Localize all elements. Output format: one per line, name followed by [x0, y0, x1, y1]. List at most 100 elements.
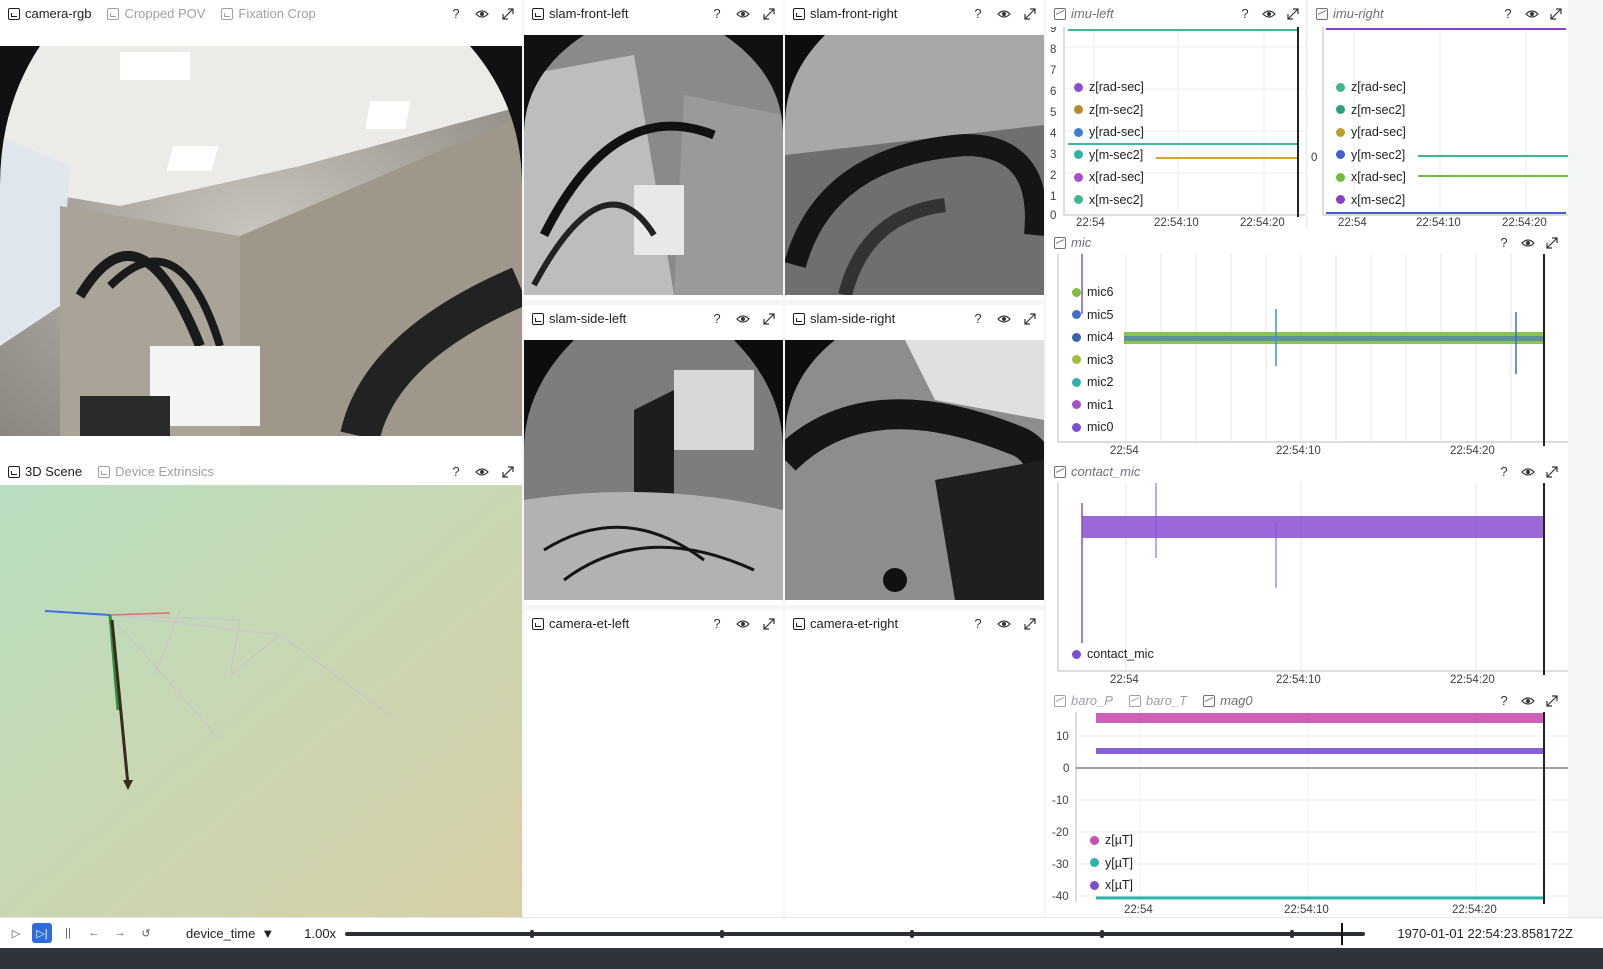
- eye-icon[interactable]: [735, 616, 751, 632]
- eye-icon[interactable]: [1520, 464, 1536, 480]
- legend-item[interactable]: y[rad-sec]: [1074, 121, 1144, 144]
- scene3d-viewport[interactable]: [0, 485, 522, 917]
- tab-3d-scene[interactable]: 3D Scene: [0, 458, 91, 485]
- legend-item[interactable]: z[rad-sec]: [1074, 76, 1144, 99]
- contact-mic-plot[interactable]: 22:54 22:54:10 22:54:20 contact_mic: [1046, 483, 1568, 687]
- legend-item[interactable]: x[m-sec2]: [1336, 189, 1406, 212]
- tab-contact-mic[interactable]: contact_mic: [1046, 458, 1149, 485]
- help-button[interactable]: ?: [970, 6, 986, 22]
- tab-device-extrinsics[interactable]: Device Extrinsics: [90, 458, 222, 485]
- help-button[interactable]: ?: [709, 311, 725, 327]
- help-button[interactable]: ?: [448, 464, 464, 480]
- legend-item[interactable]: y[µT]: [1090, 852, 1133, 875]
- legend-item[interactable]: mic6: [1072, 281, 1113, 304]
- tab-slam-front-left[interactable]: slam-front-left: [524, 0, 637, 27]
- expand-icon[interactable]: [500, 464, 516, 480]
- expand-icon[interactable]: [761, 616, 777, 632]
- help-button[interactable]: ?: [1496, 464, 1512, 480]
- expand-icon[interactable]: [1544, 235, 1560, 251]
- legend-item[interactable]: x[µT]: [1090, 874, 1133, 897]
- mag-plot[interactable]: 10 0 -10 -20 -30 -40 22:54 22:54:10 22:5…: [1046, 712, 1568, 917]
- legend-item[interactable]: x[rad-sec]: [1336, 166, 1406, 189]
- expand-icon[interactable]: [761, 6, 777, 22]
- legend-item[interactable]: mic2: [1072, 371, 1113, 394]
- expand-icon[interactable]: [1022, 311, 1038, 327]
- expand-icon[interactable]: [1022, 6, 1038, 22]
- help-button[interactable]: ?: [1496, 693, 1512, 709]
- time-selector[interactable]: device_time ▼: [186, 926, 274, 941]
- eye-icon[interactable]: [474, 464, 490, 480]
- timeline-track[interactable]: [345, 923, 1365, 945]
- tab-fixation-crop[interactable]: Fixation Crop: [213, 0, 323, 27]
- eye-icon[interactable]: [1261, 6, 1277, 22]
- expand-icon[interactable]: [1285, 6, 1301, 22]
- tab-mag0[interactable]: mag0: [1195, 687, 1261, 714]
- legend-item[interactable]: z[m-sec2]: [1074, 99, 1144, 122]
- play-button[interactable]: ▷: [6, 923, 26, 943]
- legend-item[interactable]: x[m-sec2]: [1074, 189, 1144, 212]
- eye-icon[interactable]: [735, 311, 751, 327]
- playback-speed[interactable]: 1.00x: [304, 926, 336, 941]
- legend-item[interactable]: contact_mic: [1072, 643, 1154, 666]
- eye-icon[interactable]: [996, 6, 1012, 22]
- panel-title: contact_mic: [1071, 464, 1141, 479]
- help-button[interactable]: ?: [1496, 235, 1512, 251]
- legend-item[interactable]: mic0: [1072, 416, 1113, 439]
- expand-icon[interactable]: [1548, 6, 1564, 22]
- legend-item[interactable]: z[m-sec2]: [1336, 99, 1406, 122]
- eye-icon[interactable]: [996, 616, 1012, 632]
- tab-imu-left[interactable]: imu-left: [1046, 0, 1122, 27]
- help-button[interactable]: ?: [970, 311, 986, 327]
- help-button[interactable]: ?: [970, 616, 986, 632]
- legend-item[interactable]: mic5: [1072, 304, 1113, 327]
- mic-plot[interactable]: 22:54 22:54:10 22:54:20 mic6 mic5 mic4 m…: [1046, 254, 1568, 458]
- legend-item[interactable]: x[rad-sec]: [1074, 166, 1144, 189]
- tab-baro-t[interactable]: baro_T: [1121, 687, 1195, 714]
- tab-mic[interactable]: mic: [1046, 229, 1100, 256]
- expand-icon[interactable]: [1544, 693, 1560, 709]
- tab-slam-side-right[interactable]: slam-side-right: [785, 305, 904, 332]
- step-forward-button[interactable]: →: [110, 923, 130, 943]
- imu-left-plot[interactable]: 9 8 7 6 5 4 3 2 1 0 22:54 22:54:10 22:54…: [1046, 23, 1305, 229]
- step-back-button[interactable]: ←: [84, 923, 104, 943]
- expand-icon[interactable]: [1022, 616, 1038, 632]
- legend-item[interactable]: y[m-sec2]: [1074, 144, 1144, 167]
- legend-item[interactable]: mic3: [1072, 349, 1113, 372]
- pause-button[interactable]: ||: [58, 923, 78, 943]
- tab-slam-front-right[interactable]: slam-front-right: [785, 0, 906, 27]
- help-button[interactable]: ?: [1500, 6, 1516, 22]
- help-button[interactable]: ?: [709, 616, 725, 632]
- legend-item[interactable]: y[m-sec2]: [1336, 144, 1406, 167]
- eye-icon[interactable]: [996, 311, 1012, 327]
- eye-icon[interactable]: [735, 6, 751, 22]
- tab-slam-side-left[interactable]: slam-side-left: [524, 305, 635, 332]
- help-button[interactable]: ?: [709, 6, 725, 22]
- help-button[interactable]: ?: [1237, 6, 1253, 22]
- legend-item[interactable]: mic1: [1072, 394, 1113, 417]
- timeline-cursor[interactable]: [1341, 923, 1343, 945]
- legend-item[interactable]: mic4: [1072, 326, 1113, 349]
- legend-item[interactable]: z[µT]: [1090, 829, 1133, 852]
- tab-camera-et-right[interactable]: camera-et-right: [785, 610, 907, 637]
- eye-icon[interactable]: [474, 6, 490, 22]
- follow-button[interactable]: ▷|: [32, 923, 52, 943]
- expand-icon[interactable]: [500, 6, 516, 22]
- expand-icon[interactable]: [1544, 464, 1560, 480]
- imu-right-plot[interactable]: 0 22:54 22:54:10 22:54:20 z[rad-sec] z[m…: [1308, 27, 1568, 229]
- eye-icon[interactable]: [1520, 693, 1536, 709]
- current-timestamp: 1970-01-01 22:54:23.858172Z: [1397, 926, 1573, 941]
- tab-camera-rgb[interactable]: camera-rgb: [0, 0, 100, 27]
- tab-camera-et-left[interactable]: camera-et-left: [524, 610, 638, 637]
- legend-item[interactable]: y[rad-sec]: [1336, 121, 1406, 144]
- tab-cropped-pov[interactable]: Cropped POV: [99, 0, 213, 27]
- eye-icon[interactable]: [1524, 6, 1540, 22]
- slam-side-left-image: [524, 340, 783, 600]
- expand-icon[interactable]: [761, 311, 777, 327]
- image-icon: [107, 7, 120, 20]
- help-button[interactable]: ?: [448, 6, 464, 22]
- eye-icon[interactable]: [1520, 235, 1536, 251]
- tab-baro-p[interactable]: baro_P: [1046, 687, 1121, 714]
- tab-imu-right[interactable]: imu-right: [1308, 0, 1392, 27]
- legend-item[interactable]: z[rad-sec]: [1336, 76, 1406, 99]
- loop-button[interactable]: ↺: [136, 923, 156, 943]
